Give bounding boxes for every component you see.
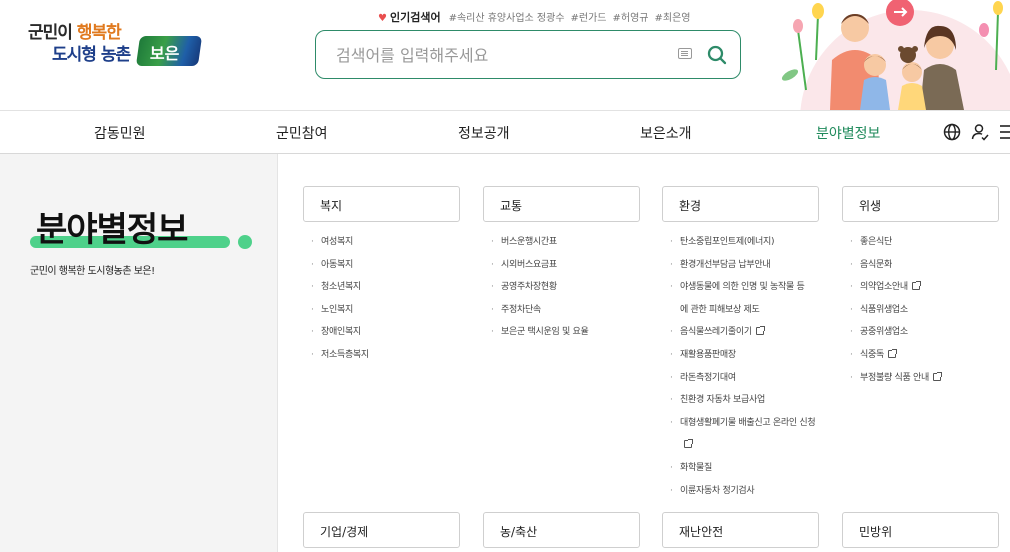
menu-icon[interactable] bbox=[998, 122, 1010, 142]
popular-keyword[interactable]: #최은영 bbox=[654, 13, 690, 24]
category-list: 좋은식단 음식문화 의약업소안내 식품위생업소 공중위생업소 식중독 부정불량 … bbox=[850, 231, 1000, 389]
list-item[interactable]: 재활용품판매장 bbox=[670, 344, 820, 367]
category-header-agriculture[interactable]: 농/축산 bbox=[483, 512, 640, 548]
user-check-icon[interactable] bbox=[970, 122, 990, 142]
category-list: 버스운행시간표 시외버스요금표 공영주차장현황 주정차단속 보은군 택시운임 및… bbox=[491, 231, 641, 344]
logo-brush: 보은 bbox=[135, 36, 203, 66]
list-item[interactable]: 공중위생업소 bbox=[850, 321, 1000, 344]
category-header-traffic[interactable]: 교통 bbox=[483, 186, 640, 222]
page-subtitle: 군민이 행복한 도시형농촌 보은! bbox=[30, 266, 155, 277]
external-link-icon bbox=[911, 281, 921, 291]
category-header-disaster-safety[interactable]: 재난안전 bbox=[662, 512, 819, 548]
category-header-welfare[interactable]: 복지 bbox=[303, 186, 460, 222]
popular-keyword[interactable]: #속리산 휴양사업소 정광수 bbox=[449, 13, 565, 24]
category-list: 여성복지 아동복지 청소년복지 노인복지 장애인복지 저소득층복지 bbox=[311, 231, 461, 367]
list-item[interactable]: 이륜자동차 정기검사 bbox=[670, 480, 820, 503]
logo-brand: 보은 bbox=[149, 44, 180, 63]
list-item[interactable]: 좋은식단 bbox=[850, 231, 1000, 254]
external-link-icon bbox=[755, 326, 765, 336]
category-title: 환경 bbox=[679, 199, 702, 213]
category-title: 민방위 bbox=[859, 525, 893, 539]
list-item-label: 부정불량 식품 안내 bbox=[860, 372, 929, 383]
category-title: 위생 bbox=[859, 199, 882, 213]
list-item[interactable]: 버스운행시간표 bbox=[491, 231, 641, 254]
page-title-block: 분야별정보 bbox=[30, 202, 260, 252]
list-item[interactable]: 청소년복지 bbox=[311, 276, 461, 299]
search-input[interactable] bbox=[336, 43, 666, 67]
list-item[interactable]: 탄소중립포인트제(에너지) bbox=[670, 231, 820, 254]
list-item[interactable]: 저소득층복지 bbox=[311, 344, 461, 367]
main-nav: 감동민원 군민참여 정보공개 보은소개 분야별정보 bbox=[0, 110, 1010, 154]
category-list: 탄소중립포인트제(에너지) 환경개선부담금 납부안내 야생동물에 의한 인명 및… bbox=[670, 231, 820, 502]
list-item[interactable]: 보은군 택시운임 및 요율 bbox=[491, 321, 641, 344]
popular-keywords: ♥ 인기검색어 #속리산 휴양사업소 정광수 #런가드 #허영규 #최은영 bbox=[378, 9, 696, 25]
site-logo[interactable]: 군민이 행복한 도시형 농촌 보은 bbox=[28, 16, 203, 72]
external-link-icon bbox=[932, 371, 942, 381]
list-item[interactable]: 장애인복지 bbox=[311, 321, 461, 344]
category-title: 재난안전 bbox=[679, 525, 724, 539]
popular-keyword[interactable]: #허영규 bbox=[613, 13, 649, 24]
list-item[interactable]: 대형생활폐기물 배출신고 온라인 신청 bbox=[670, 412, 818, 457]
list-item[interactable]: 주정차단속 bbox=[491, 299, 641, 322]
list-item-label: 음식물쓰레기줄이기 bbox=[680, 327, 752, 338]
heart-icon: ♥ bbox=[378, 13, 387, 24]
list-item[interactable]: 식품위생업소 bbox=[850, 299, 1000, 322]
list-item[interactable]: 환경개선부담금 납부안내 bbox=[670, 254, 820, 277]
nav-item-participation[interactable]: 군민참여 bbox=[276, 123, 328, 143]
list-item[interactable]: 음식물쓰레기줄이기 bbox=[670, 321, 820, 344]
list-item[interactable]: 식중독 bbox=[850, 344, 1000, 367]
nav-item-civil-service[interactable]: 감동민원 bbox=[94, 123, 146, 143]
list-item[interactable]: 공영주차장현황 bbox=[491, 276, 641, 299]
category-title: 기업/경제 bbox=[320, 525, 369, 539]
category-title: 농/축산 bbox=[500, 525, 538, 539]
nav-item-info-disclosure[interactable]: 정보공개 bbox=[458, 123, 510, 143]
list-item[interactable]: 아동복지 bbox=[311, 254, 461, 277]
nav-item-about-boeun[interactable]: 보은소개 bbox=[640, 123, 692, 143]
list-item[interactable]: 부정불량 식품 안내 bbox=[850, 367, 1000, 390]
title-dot bbox=[238, 235, 252, 249]
list-item[interactable]: 화학물질 bbox=[670, 457, 820, 480]
globe-icon[interactable] bbox=[942, 122, 962, 142]
list-item-label: 대형생활폐기물 배출신고 온라인 신청 bbox=[680, 417, 816, 428]
category-header-hygiene[interactable]: 위생 bbox=[842, 186, 999, 222]
external-link-icon bbox=[887, 348, 897, 358]
site-header: 군민이 행복한 도시형 농촌 보은 ♥ 인기검색어 #속리산 휴양사업소 정광수 #런… bbox=[0, 0, 1010, 110]
list-item[interactable]: 의약업소안내 bbox=[850, 276, 1000, 299]
list-item[interactable]: 노인복지 bbox=[311, 299, 461, 322]
keyboard-icon[interactable] bbox=[678, 48, 692, 59]
list-item[interactable]: 음식문화 bbox=[850, 254, 1000, 277]
search-icon[interactable] bbox=[706, 44, 728, 66]
category-header-civil-defense[interactable]: 민방위 bbox=[842, 512, 999, 548]
search-box bbox=[315, 30, 741, 79]
list-item[interactable]: 여성복지 bbox=[311, 231, 461, 254]
popular-keyword[interactable]: #런가드 bbox=[571, 13, 607, 24]
category-header-business-economy[interactable]: 기업/경제 bbox=[303, 512, 460, 548]
logo-line2: 도시형 농촌 bbox=[52, 45, 131, 65]
page-title: 분야별정보 bbox=[36, 210, 188, 250]
nav-item-field-info[interactable]: 분야별정보 bbox=[816, 123, 880, 143]
category-title: 교통 bbox=[500, 199, 523, 213]
category-header-environment[interactable]: 환경 bbox=[662, 186, 819, 222]
list-item[interactable]: 시외버스요금표 bbox=[491, 254, 641, 277]
list-item[interactable]: 친환경 자동차 보급사업 bbox=[670, 389, 820, 412]
external-link-icon bbox=[684, 439, 693, 449]
family-illustration bbox=[781, 0, 1010, 110]
list-item-label: 식중독 bbox=[860, 349, 884, 360]
list-item-label: 의약업소안내 bbox=[860, 282, 908, 293]
list-item[interactable]: 야생동물에 의한 인명 및 농작물 등에 관한 피해보상 제도 bbox=[670, 276, 810, 321]
left-panel: 분야별정보 군민이 행복한 도시형농촌 보은! bbox=[0, 154, 278, 552]
list-item[interactable]: 라돈측정기대여 bbox=[670, 367, 820, 390]
popular-title: 인기검색어 bbox=[389, 11, 441, 24]
category-title: 복지 bbox=[320, 199, 343, 213]
